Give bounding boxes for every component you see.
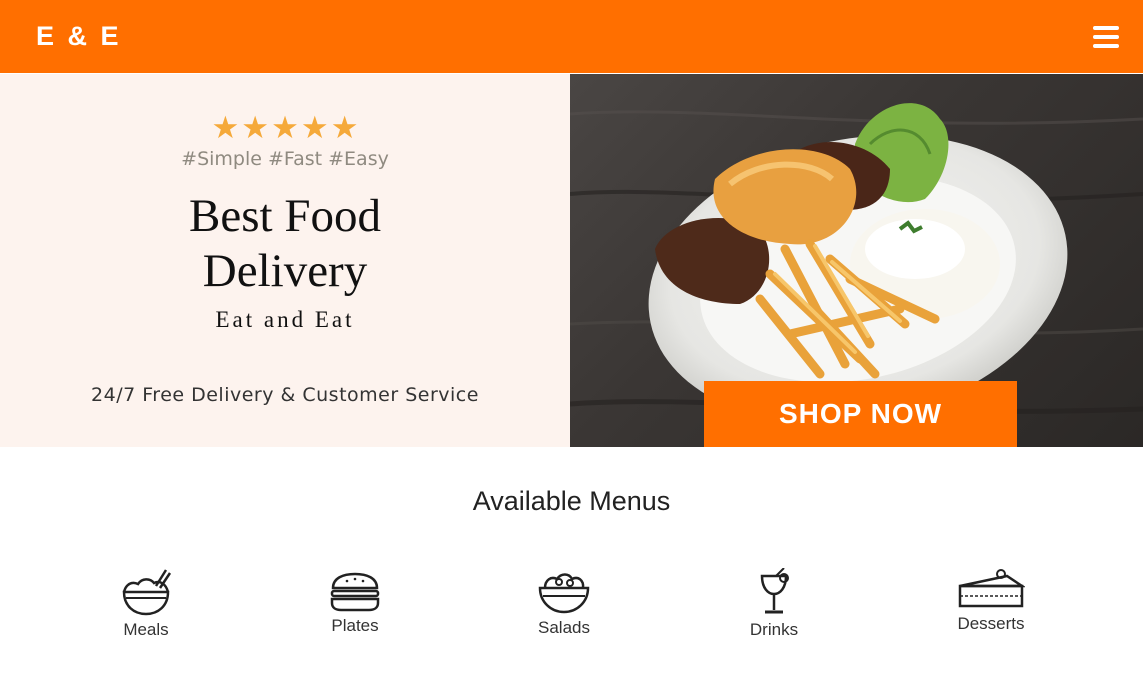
site-header: E & E — [0, 0, 1143, 73]
hero-tagline: #Simple #Fast #Easy — [181, 148, 389, 170]
menu-label-meals: Meals — [123, 620, 169, 639]
star-icon: ★ — [241, 110, 270, 146]
hero-service-note: 24/7 Free Delivery & Customer Service — [91, 384, 479, 406]
star-icon: ★ — [271, 110, 299, 146]
hero-section: ★ ★ ★ ★ ★ #Simple #Fast #Easy Best Food … — [0, 74, 1143, 447]
brand-logo[interactable]: E & E — [36, 21, 122, 52]
star-icon: ★ — [300, 110, 329, 146]
hero-subtitle: Eat and Eat — [215, 307, 355, 332]
menu-item-desserts[interactable]: Desserts — [948, 568, 1034, 634]
hamburger-menu-icon[interactable] — [1093, 25, 1119, 48]
hero-title: Best Food Delivery — [0, 189, 570, 299]
star-icon: ★ — [211, 110, 240, 146]
salad-bowl-icon — [538, 573, 590, 614]
menu-label-desserts: Desserts — [957, 614, 1025, 633]
menu-item-drinks[interactable]: Drinks — [734, 568, 814, 640]
rice-bowl-icon — [122, 569, 172, 616]
menu-item-meals[interactable]: Meals — [106, 568, 186, 640]
menu-label-drinks: Drinks — [749, 620, 799, 639]
hero-image: SHOP NOW — [570, 74, 1143, 447]
star-rating: ★ ★ ★ ★ ★ — [0, 112, 570, 144]
star-icon: ★ — [330, 110, 359, 146]
burger-icon — [330, 572, 380, 612]
hero-title-line1: Best Food — [189, 190, 381, 242]
menu-label-plates: Plates — [331, 616, 379, 635]
hero-title-line2: Delivery — [202, 245, 368, 297]
menu-label-salads: Salads — [538, 618, 590, 637]
menu-item-plates[interactable]: Plates — [315, 572, 395, 636]
cake-slice-icon — [958, 569, 1025, 608]
hero-text-panel: ★ ★ ★ ★ ★ #Simple #Fast #Easy Best Food … — [0, 74, 570, 447]
menu-item-salads[interactable]: Salads — [524, 570, 604, 638]
shop-now-button[interactable]: SHOP NOW — [704, 381, 1017, 447]
menus-heading: Available Menus — [472, 486, 671, 516]
cocktail-glass-icon — [760, 568, 789, 614]
